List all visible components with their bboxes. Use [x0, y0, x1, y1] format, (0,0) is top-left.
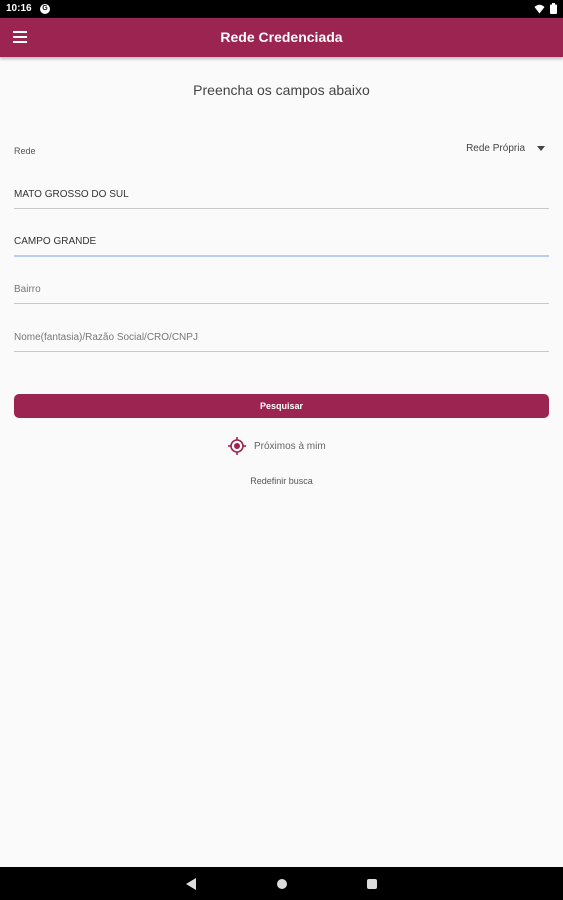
- navigation-bar: [0, 867, 563, 900]
- battery-icon: [550, 3, 557, 14]
- form-subtitle: Preencha os campos abaixo: [193, 82, 370, 98]
- status-time: 10:16: [6, 3, 32, 14]
- search-button[interactable]: Pesquisar: [14, 394, 549, 418]
- recent-apps-icon[interactable]: [367, 879, 377, 889]
- bairro-input[interactable]: [14, 284, 549, 295]
- caret-down-icon: [537, 146, 545, 151]
- estado-field[interactable]: [14, 178, 549, 209]
- near-me-option[interactable]: Próximos à mim: [228, 437, 326, 455]
- wifi-icon: [534, 4, 545, 13]
- nome-field[interactable]: [14, 321, 549, 352]
- estado-input[interactable]: [14, 189, 549, 200]
- rede-label: Rede: [14, 146, 36, 156]
- page-title: Rede Credenciada: [220, 29, 343, 45]
- near-me-label: Próximos à mim: [254, 440, 326, 452]
- location-target-icon: [228, 437, 246, 455]
- nome-input[interactable]: [14, 332, 549, 343]
- cidade-input[interactable]: [14, 236, 549, 247]
- bairro-field[interactable]: [14, 273, 549, 304]
- back-icon[interactable]: [186, 878, 196, 890]
- home-icon[interactable]: [277, 879, 287, 889]
- rede-selected-value: Rede Própria: [466, 143, 525, 154]
- app-bar: Rede Credenciada: [0, 18, 563, 57]
- reset-search-link[interactable]: Redefinir busca: [0, 476, 563, 486]
- status-icons: [534, 3, 557, 14]
- rede-dropdown[interactable]: Rede Própria: [466, 143, 545, 154]
- notification-icon: G: [40, 4, 50, 14]
- cidade-field[interactable]: [14, 225, 549, 257]
- status-bar: 10:16 G: [0, 0, 563, 18]
